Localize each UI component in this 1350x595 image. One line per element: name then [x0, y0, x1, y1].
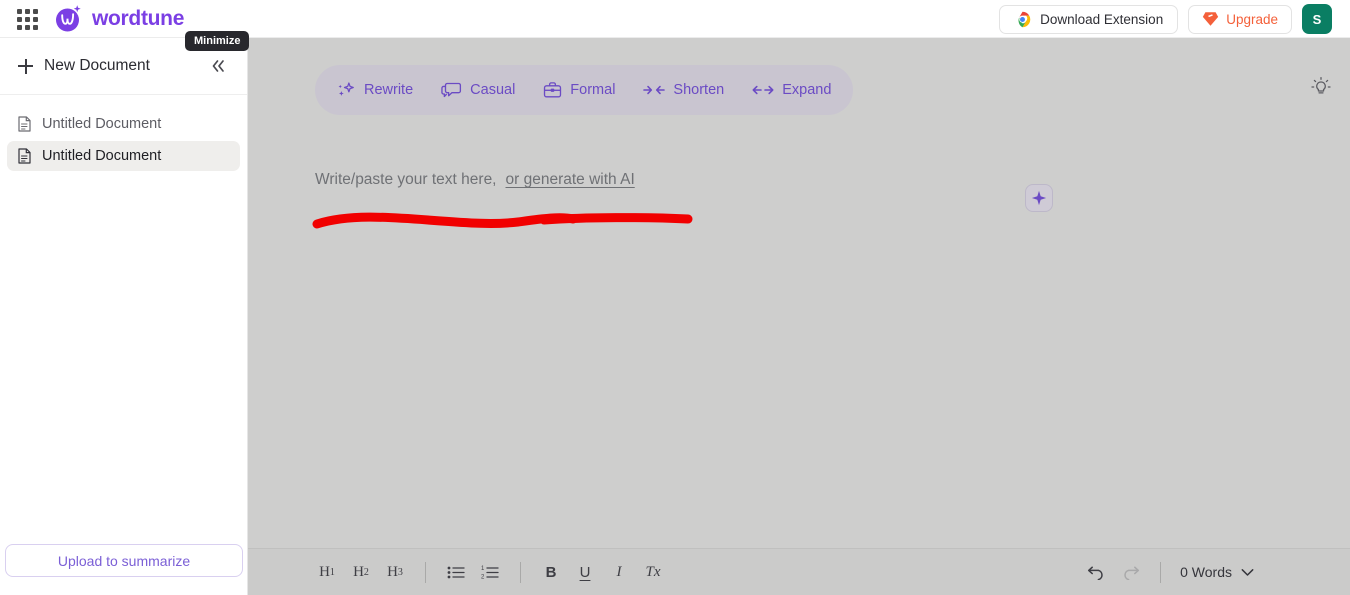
- redo-button[interactable]: [1113, 557, 1147, 587]
- formal-action-button[interactable]: Formal: [543, 81, 615, 99]
- text-style-buttons-group: B U I Tx: [534, 557, 670, 587]
- sidebar-footer: Upload to summarize: [0, 544, 248, 577]
- editor-placeholder[interactable]: Write/paste your text here, or generate …: [315, 171, 635, 189]
- casual-label: Casual: [470, 82, 516, 98]
- numbered-list-button[interactable]: 1 2: [473, 557, 507, 587]
- h1-label: H: [319, 563, 330, 580]
- redo-icon: [1121, 564, 1140, 580]
- expand-label: Expand: [782, 82, 832, 98]
- toolbar-divider: [520, 561, 521, 583]
- avatar-initial: S: [1312, 11, 1322, 27]
- toolbar-right-group: 0 Words: [1079, 557, 1350, 587]
- sparkle-star-icon: [1031, 190, 1047, 206]
- wordtune-app: wordtune Download Extension Upgrade S Ne…: [0, 0, 1350, 595]
- document-icon: [17, 148, 32, 164]
- collapse-sidebar-button[interactable]: [207, 55, 229, 77]
- document-list: Untitled Document Untitled Document: [0, 95, 247, 171]
- generate-with-ai-link[interactable]: or generate with AI: [506, 171, 635, 189]
- h2-label: H: [353, 563, 364, 580]
- toolbar-divider: [425, 561, 426, 583]
- speech-bubbles-icon: [441, 81, 462, 99]
- rewrite-actions-toolbar: Rewrite Casual Formal Shorten Expand: [315, 65, 854, 115]
- list-item-label: Untitled Document: [42, 148, 162, 164]
- h2-sub: 2: [363, 566, 369, 578]
- heading-2-button[interactable]: H2: [344, 557, 378, 587]
- apps-grid-icon[interactable]: [14, 8, 40, 30]
- plus-icon: [18, 58, 33, 74]
- new-document-label: New Document: [44, 57, 150, 74]
- h3-sub: 3: [397, 566, 403, 578]
- placeholder-text: Write/paste your text here,: [315, 171, 497, 188]
- sidebar: New Document Untitled Document Untitled …: [0, 38, 248, 595]
- list-item[interactable]: Untitled Document: [7, 109, 240, 139]
- svg-text:1: 1: [481, 566, 485, 572]
- bullet-list-button[interactable]: [439, 557, 473, 587]
- clear-formatting-button[interactable]: Tx: [636, 557, 670, 587]
- briefcase-icon: [543, 81, 562, 99]
- svg-text:2: 2: [481, 574, 485, 580]
- numbered-list-icon: 1 2: [481, 565, 499, 580]
- shorten-action-button[interactable]: Shorten: [643, 82, 724, 98]
- rewrite-label: Rewrite: [364, 82, 414, 98]
- casual-action-button[interactable]: Casual: [441, 81, 515, 99]
- chevron-down-icon: [1241, 568, 1254, 577]
- h1-sub: 1: [329, 566, 335, 578]
- heading-3-button[interactable]: H3: [378, 557, 412, 587]
- formatting-toolbar: H1 H2 H3 1 2 B U I Tx 0 Words: [248, 548, 1350, 595]
- chevron-double-left-icon: [209, 58, 227, 74]
- italic-button[interactable]: I: [602, 557, 636, 587]
- chrome-icon: [1014, 11, 1031, 28]
- h3-label: H: [387, 563, 398, 580]
- upload-to-summarize-button[interactable]: Upload to summarize: [5, 544, 243, 577]
- bullet-list-icon: [447, 565, 465, 580]
- toolbar-divider: [1160, 561, 1162, 583]
- rewrite-action-button[interactable]: Rewrite: [337, 81, 413, 100]
- diamond-icon: [1202, 11, 1219, 27]
- undo-button[interactable]: [1079, 557, 1113, 587]
- heading-buttons-group: H1 H2 H3: [310, 557, 412, 587]
- word-count-label: 0 Words: [1180, 564, 1232, 580]
- minimize-tooltip: Minimize: [185, 31, 250, 51]
- wordtune-logo[interactable]: wordtune: [53, 3, 184, 34]
- document-icon: [17, 116, 32, 132]
- arrows-outward-icon: [752, 83, 774, 97]
- list-buttons-group: 1 2: [439, 557, 507, 587]
- list-item[interactable]: Untitled Document: [7, 141, 240, 171]
- upgrade-label: Upgrade: [1226, 11, 1278, 27]
- list-item-label: Untitled Document: [42, 116, 162, 132]
- magic-sparkle-icon: [337, 81, 356, 100]
- undo-icon: [1087, 564, 1106, 580]
- upgrade-button[interactable]: Upgrade: [1188, 4, 1292, 34]
- formal-label: Formal: [570, 82, 616, 98]
- underline-button[interactable]: U: [568, 557, 602, 587]
- download-extension-label: Download Extension: [1040, 11, 1164, 27]
- shorten-label: Shorten: [673, 82, 725, 98]
- heading-1-button[interactable]: H1: [310, 557, 344, 587]
- brand-name: wordtune: [92, 6, 185, 30]
- expand-action-button[interactable]: Expand: [752, 82, 831, 98]
- lightbulb-icon: [1310, 76, 1332, 98]
- tips-lightbulb-button[interactable]: [1307, 73, 1335, 101]
- arrows-inward-icon: [643, 83, 666, 97]
- bold-button[interactable]: B: [534, 557, 568, 587]
- topbar-actions: Download Extension Upgrade S: [999, 0, 1332, 38]
- annotation-stroke: [312, 212, 578, 229]
- download-extension-button[interactable]: Download Extension: [999, 4, 1179, 34]
- editor-pane: Rewrite Casual Formal Shorten Expand Wri…: [248, 38, 1350, 595]
- user-avatar[interactable]: S: [1302, 4, 1332, 34]
- new-document-button[interactable]: New Document: [18, 57, 150, 75]
- wordtune-mark-icon: [53, 3, 84, 34]
- generate-with-ai-chip[interactable]: [1025, 184, 1053, 212]
- word-count-selector[interactable]: 0 Words: [1174, 561, 1260, 583]
